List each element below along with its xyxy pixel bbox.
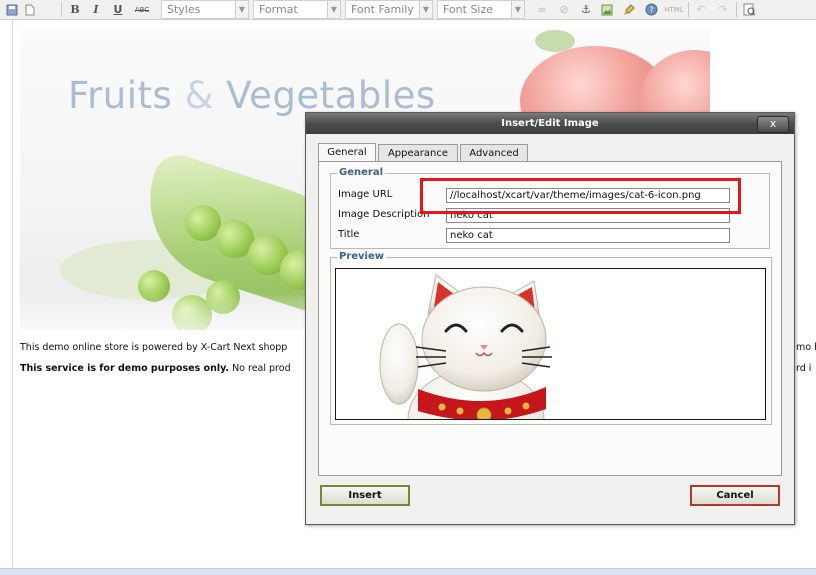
demo-notice-tail: rd i xyxy=(796,363,812,374)
redo-icon[interactable]: ↷ xyxy=(714,1,732,18)
strawberry-leaf xyxy=(535,30,575,52)
chevron-down-icon: ▼ xyxy=(511,1,524,18)
styles-select-value: Styles xyxy=(167,3,201,16)
maneki-neko-image xyxy=(379,274,552,419)
chevron-down-icon: ▼ xyxy=(419,1,432,18)
format-select-value: Format xyxy=(259,3,298,16)
demo-notice-rest: No real prod xyxy=(229,363,291,374)
tab-advanced[interactable]: Advanced xyxy=(460,144,528,161)
title-input[interactable]: neko cat xyxy=(446,228,730,243)
insert-edit-image-dialog: Insert/Edit Image x General Appearance A… xyxy=(305,112,795,525)
save-icon[interactable] xyxy=(3,1,21,18)
dialog-titlebar[interactable]: Insert/Edit Image x xyxy=(306,113,794,134)
font-family-select-value: Font Family xyxy=(351,3,414,16)
tab-general[interactable]: General xyxy=(318,143,376,162)
intro-paragraph-tail: mo h xyxy=(796,342,816,353)
editor-toolbar: B I U ABC Styles ▼ Format ▼ Font Family … xyxy=(0,0,816,20)
intro-paragraph: This demo online store is powered by X-C… xyxy=(20,342,288,353)
svg-text:?: ? xyxy=(649,6,653,15)
image-description-label: Image Description xyxy=(338,209,430,220)
image-url-label: Image URL xyxy=(338,189,393,200)
cancel-button[interactable]: Cancel xyxy=(690,485,780,506)
strikethrough-button[interactable]: ABC xyxy=(131,1,153,18)
demo-notice-bold: This service is for demo purposes only. xyxy=(20,363,230,374)
format-select[interactable]: Format ▼ xyxy=(253,0,341,19)
image-preview xyxy=(335,268,766,420)
close-button[interactable]: x xyxy=(757,116,789,133)
dialog-title: Insert/Edit Image xyxy=(501,118,599,129)
editor-statusbar xyxy=(0,568,816,575)
demo-notice-paragraph: This service is for demo purposes only. … xyxy=(20,363,291,374)
banner-title-part1: Fruits xyxy=(68,74,173,117)
banner-title-amp: & xyxy=(184,74,214,117)
link-icon[interactable]: ∞ xyxy=(533,1,551,18)
unlink-icon[interactable]: ⊘ xyxy=(555,1,573,18)
underline-button[interactable]: U xyxy=(109,1,127,18)
styles-select[interactable]: Styles ▼ xyxy=(161,0,249,19)
preview-legend: Preview xyxy=(337,251,387,263)
undo-icon[interactable]: ↶ xyxy=(692,1,710,18)
banner-title-part2: Vegetables xyxy=(226,74,436,117)
font-size-select[interactable]: Font Size ▼ xyxy=(437,0,525,19)
tab-appearance[interactable]: Appearance xyxy=(378,144,458,161)
cleanup-icon[interactable] xyxy=(620,1,638,18)
general-legend: General xyxy=(337,167,385,179)
anchor-icon[interactable]: ⚓ xyxy=(577,1,595,18)
html-icon[interactable]: HTML xyxy=(662,1,686,18)
title-label: Title xyxy=(338,229,360,240)
banner-title: Fruits & Vegetables xyxy=(68,74,436,117)
font-family-select[interactable]: Font Family ▼ xyxy=(345,0,433,19)
italic-button[interactable]: I xyxy=(87,1,105,18)
close-icon: x xyxy=(769,117,777,130)
preview-fieldset: Preview xyxy=(330,251,772,425)
preview-icon[interactable] xyxy=(740,1,758,18)
image-icon[interactable] xyxy=(598,1,616,18)
tab-panel-general: General Image URL //localhost/xcart/var/… xyxy=(318,161,782,476)
font-size-select-value: Font Size xyxy=(443,3,494,16)
general-fieldset: General Image URL //localhost/xcart/var/… xyxy=(330,167,770,249)
chevron-down-icon: ▼ xyxy=(235,1,248,18)
bold-button[interactable]: B xyxy=(66,1,84,18)
chevron-down-icon: ▼ xyxy=(327,1,340,18)
help-icon[interactable]: ? xyxy=(642,1,660,18)
insert-button[interactable]: Insert xyxy=(320,485,410,506)
url-highlight-annotation xyxy=(420,178,741,214)
new-document-icon[interactable] xyxy=(21,1,39,18)
